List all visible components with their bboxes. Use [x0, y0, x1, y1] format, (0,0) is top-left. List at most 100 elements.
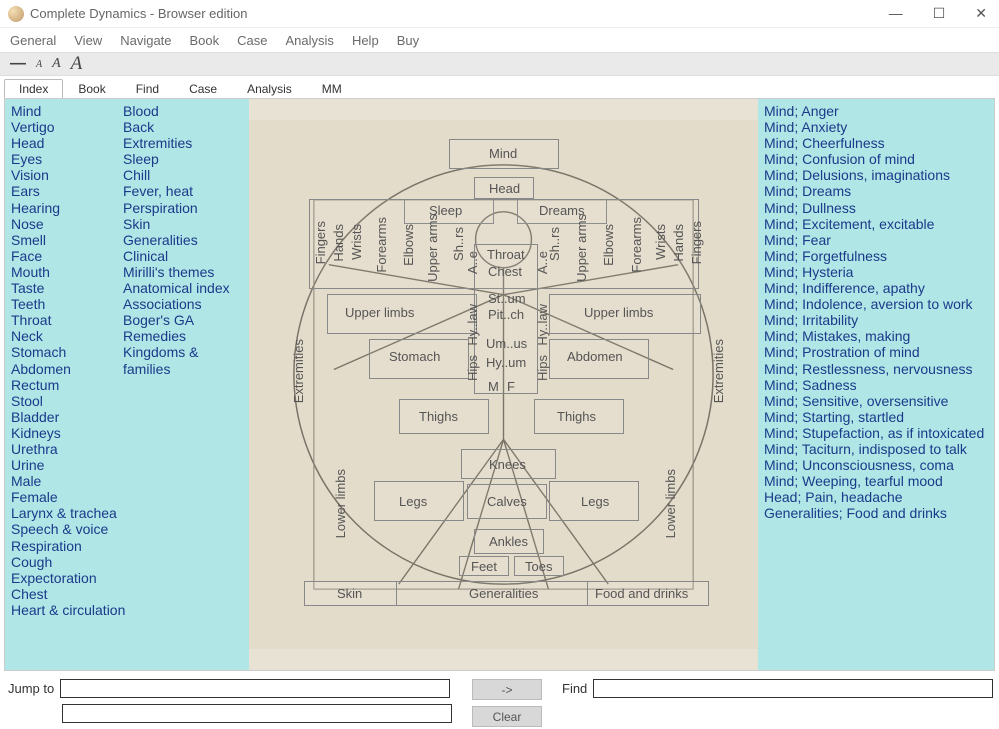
region-wrists-r[interactable]: Wrists: [653, 224, 668, 260]
left-item[interactable]: families: [123, 361, 243, 377]
left-item[interactable]: Generalities: [123, 232, 243, 248]
left-item[interactable]: Associations: [123, 296, 243, 312]
menu-navigate[interactable]: Navigate: [120, 33, 171, 48]
right-item[interactable]: Mind; Indolence, aversion to work: [764, 296, 988, 312]
toolbar-dash-icon[interactable]: —: [10, 55, 26, 73]
close-button[interactable]: ✕: [975, 5, 987, 22]
left-item[interactable]: Ears: [11, 183, 123, 199]
right-item[interactable]: Mind; Irritability: [764, 312, 988, 328]
menu-general[interactable]: General: [10, 33, 56, 48]
left-item[interactable]: Eyes: [11, 151, 123, 167]
menu-view[interactable]: View: [74, 33, 102, 48]
right-item[interactable]: Mind; Prostration of mind: [764, 344, 988, 360]
left-item[interactable]: Stool: [11, 393, 123, 409]
left-item[interactable]: Neck: [11, 328, 123, 344]
left-item[interactable]: Smell: [11, 232, 123, 248]
tab-book[interactable]: Book: [63, 79, 120, 98]
region-wrists-l[interactable]: Wrists: [349, 224, 364, 260]
tab-analysis[interactable]: Analysis: [232, 79, 307, 98]
region-legs-r[interactable]: Legs: [581, 494, 609, 509]
region-a-e-r[interactable]: A..e: [535, 251, 550, 274]
left-item[interactable]: Back: [123, 119, 243, 135]
region-ankles[interactable]: Ankles: [489, 534, 528, 549]
region-generalities[interactable]: Generalities: [469, 586, 538, 601]
left-item[interactable]: Remedies: [123, 328, 243, 344]
tab-find[interactable]: Find: [121, 79, 174, 98]
left-item[interactable]: Abdomen: [11, 361, 123, 377]
tab-mm[interactable]: MM: [307, 79, 357, 98]
region-lower-limbs-r[interactable]: Lower limbs: [663, 469, 678, 538]
left-item[interactable]: Expectoration: [11, 570, 123, 586]
left-item[interactable]: Clinical: [123, 248, 243, 264]
region-hips-r[interactable]: Hips: [535, 355, 550, 381]
right-item[interactable]: Mind; Sensitive, oversensitive: [764, 393, 988, 409]
left-item[interactable]: Throat: [11, 312, 123, 328]
right-item[interactable]: Mind; Anger: [764, 103, 988, 119]
right-item[interactable]: Mind; Indifference, apathy: [764, 280, 988, 296]
region-hips-l[interactable]: Hips: [465, 355, 480, 381]
region-extremities-r[interactable]: Extremities: [711, 339, 726, 403]
right-item[interactable]: Mind; Fear: [764, 232, 988, 248]
find-input[interactable]: [593, 679, 993, 698]
left-item[interactable]: Larynx & trachea: [11, 505, 123, 521]
left-item[interactable]: Bladder: [11, 409, 123, 425]
toolbar-font-medium[interactable]: A: [52, 56, 61, 72]
left-item[interactable]: Kidneys: [11, 425, 123, 441]
region-head[interactable]: Head: [489, 181, 520, 196]
right-item[interactable]: Mind; Taciturn, indisposed to talk: [764, 441, 988, 457]
left-item[interactable]: Perspiration: [123, 200, 243, 216]
left-item[interactable]: Head: [11, 135, 123, 151]
left-item[interactable]: Mirilli's themes: [123, 264, 243, 280]
left-item[interactable]: Mouth: [11, 264, 123, 280]
toolbar-font-small[interactable]: A: [36, 59, 42, 70]
region-a-e-l[interactable]: A..e: [465, 251, 480, 274]
region-st-um[interactable]: St..um: [488, 291, 526, 306]
region-elbows-l[interactable]: Elbows: [401, 224, 416, 266]
right-item[interactable]: Mind; Excitement, excitable: [764, 216, 988, 232]
right-item[interactable]: Mind; Hysteria: [764, 264, 988, 280]
right-item[interactable]: Mind; Mistakes, making: [764, 328, 988, 344]
left-item[interactable]: Rectum: [11, 377, 123, 393]
left-item[interactable]: Sleep: [123, 151, 243, 167]
left-item[interactable]: Vertigo: [11, 119, 123, 135]
left-item[interactable]: Kingdoms &: [123, 344, 243, 360]
region-m[interactable]: M: [488, 379, 499, 394]
region-lower-limbs-l[interactable]: Lower limbs: [333, 469, 348, 538]
region-pit-ch[interactable]: Pit..ch: [488, 307, 524, 322]
toolbar-font-large[interactable]: A: [71, 53, 83, 75]
region-throat[interactable]: Throat: [487, 247, 525, 262]
region-toes[interactable]: Toes: [525, 559, 552, 574]
left-item[interactable]: Cough: [11, 554, 123, 570]
left-item[interactable]: Female: [11, 489, 123, 505]
region-skin[interactable]: Skin: [337, 586, 362, 601]
left-item[interactable]: Extremities: [123, 135, 243, 151]
left-item[interactable]: Mind: [11, 103, 123, 119]
region-upper-limbs-l[interactable]: Upper limbs: [345, 305, 414, 320]
menu-buy[interactable]: Buy: [397, 33, 419, 48]
left-item[interactable]: Respiration: [11, 538, 123, 554]
right-item[interactable]: Mind; Starting, startled: [764, 409, 988, 425]
menu-book[interactable]: Book: [190, 33, 220, 48]
region-thighs-l[interactable]: Thighs: [419, 409, 458, 424]
left-item[interactable]: Anatomical index: [123, 280, 243, 296]
left-item[interactable]: Blood: [123, 103, 243, 119]
left-item[interactable]: Boger's GA: [123, 312, 243, 328]
region-hands-r[interactable]: Hands: [671, 224, 686, 262]
region-upperarms-r[interactable]: Upper arms: [574, 214, 589, 282]
left-item[interactable]: Hearing: [11, 200, 123, 216]
left-item[interactable]: Skin: [123, 216, 243, 232]
left-item[interactable]: Heart & circulation: [11, 602, 123, 618]
region-fingers-r[interactable]: Fingers: [689, 221, 704, 264]
region-hy-um[interactable]: Hy..um: [486, 355, 526, 370]
region-sh-rs-l[interactable]: Sh..rs: [451, 227, 466, 261]
region-f[interactable]: F: [507, 379, 515, 394]
region-calves[interactable]: Calves: [487, 494, 527, 509]
region-chest[interactable]: Chest: [488, 264, 522, 279]
maximize-button[interactable]: ☐: [933, 5, 946, 22]
minimize-button[interactable]: —: [889, 5, 903, 22]
right-item[interactable]: Mind; Stupefaction, as if intoxicated: [764, 425, 988, 441]
right-item[interactable]: Mind; Weeping, tearful mood: [764, 473, 988, 489]
region-stomach[interactable]: Stomach: [389, 349, 440, 364]
region-um-us[interactable]: Um..us: [486, 336, 527, 351]
region-hands-l[interactable]: Hands: [331, 224, 346, 262]
